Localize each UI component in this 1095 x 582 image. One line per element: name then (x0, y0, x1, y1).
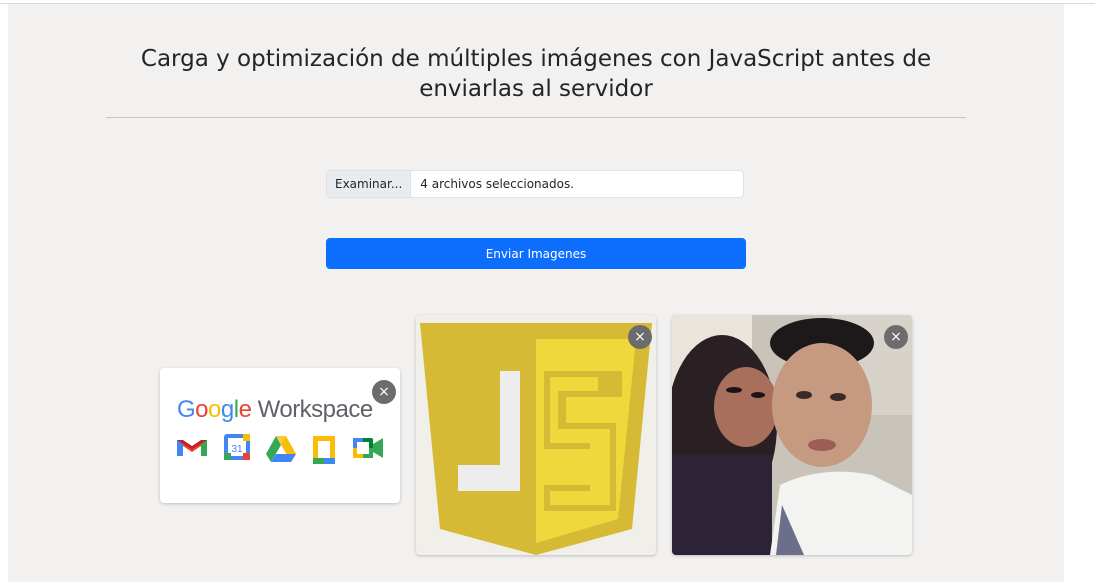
file-input[interactable]: Examinar... 4 archivos seleccionados. (326, 170, 744, 198)
google-workspace-app-icons: 31 (177, 434, 383, 464)
page-title: Carga y optimización de múltiples imágen… (140, 46, 932, 102)
main-container: Carga y optimización de múltiples imágen… (8, 4, 1064, 582)
docs-icon (313, 436, 335, 464)
gmail-icon (177, 440, 207, 456)
remove-image-button[interactable]: × (372, 380, 396, 404)
meet-icon (353, 438, 383, 458)
preview-card-javascript: × (416, 315, 656, 555)
remove-image-button[interactable]: × (628, 325, 652, 349)
couple-photo (672, 315, 912, 555)
calendar-icon: 31 (224, 434, 250, 460)
remove-image-button[interactable]: × (884, 325, 908, 349)
file-status-text: 4 archivos seleccionados. (420, 177, 575, 191)
preview-card-photo: × (672, 315, 912, 555)
drive-icon (266, 436, 296, 462)
javascript-logo (420, 323, 652, 555)
send-images-button[interactable]: Enviar Imagenes (326, 238, 746, 269)
svg-text:31: 31 (231, 444, 243, 455)
browse-button[interactable]: Examinar... (327, 171, 412, 197)
divider (106, 117, 966, 118)
preview-card-google-workspace: Google Workspace 31 × (160, 368, 400, 503)
